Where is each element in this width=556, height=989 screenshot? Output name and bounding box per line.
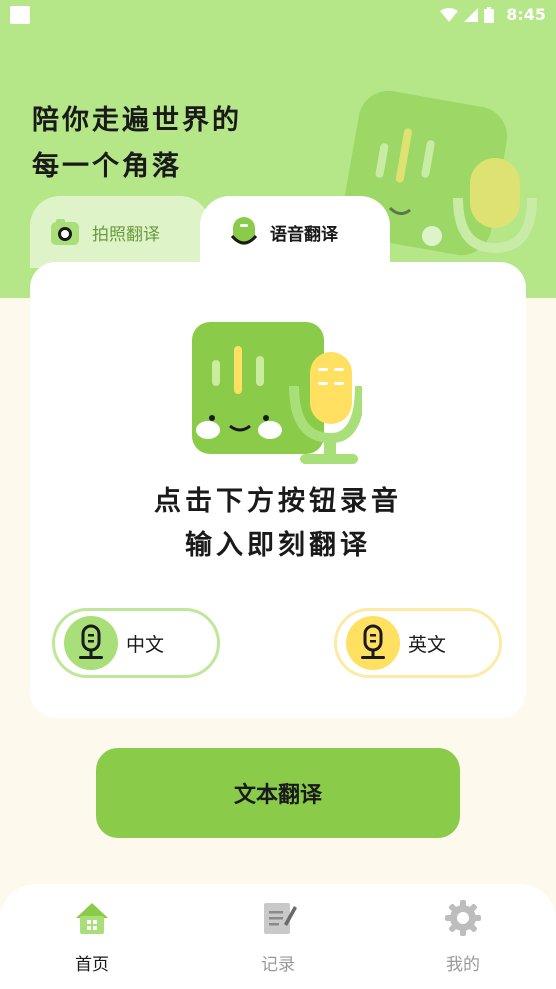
- slogan-line-2: 每一个角落: [32, 151, 182, 182]
- home-icon: [72, 898, 112, 938]
- chinese-label: 中文: [126, 633, 165, 656]
- microphone-icon: [346, 616, 400, 670]
- voice-mic-illustration: [192, 322, 362, 464]
- nav-item-records[interactable]: 记录: [228, 898, 328, 975]
- tab-voice-label: 语音翻译: [270, 224, 338, 245]
- nav-mine-label: 我的: [446, 955, 480, 975]
- slogan-line-1: 陪你走遍世界的: [32, 105, 242, 136]
- tab-photo-translate[interactable]: 拍照翻译: [30, 196, 210, 268]
- nav-item-home[interactable]: 首页: [42, 898, 142, 975]
- nav-records-label: 记录: [261, 955, 295, 975]
- translate-mode-tabs: 拍照翻译 语音翻译: [30, 196, 526, 268]
- tab-voice-translate[interactable]: 语音翻译: [200, 196, 390, 268]
- record-prompt: 点击下方按钮录音 输入即刻翻译: [30, 480, 526, 568]
- nav-item-mine[interactable]: 我的: [413, 898, 513, 975]
- signal-icon: [464, 8, 478, 22]
- wifi-icon: [440, 8, 458, 22]
- tab-photo-label: 拍照翻译: [92, 224, 160, 245]
- record-english-button[interactable]: 英文: [334, 608, 502, 678]
- notepad-icon: [258, 898, 298, 938]
- status-icons: [440, 7, 494, 23]
- notification-icon: [10, 6, 30, 24]
- slogan: 陪你走遍世界的 每一个角落: [32, 98, 242, 190]
- text-translate-button[interactable]: 文本翻译: [96, 748, 460, 838]
- camera-icon: [51, 219, 79, 245]
- record-chinese-button[interactable]: 中文: [52, 608, 220, 678]
- gear-icon: [443, 898, 483, 938]
- battery-icon: [484, 7, 494, 23]
- status-time: 8:45: [506, 5, 546, 24]
- status-bar: 8:45: [0, 0, 556, 30]
- record-prompt-line-1: 点击下方按钮录音: [154, 486, 402, 517]
- english-label: 英文: [408, 633, 447, 656]
- microphone-icon: [64, 616, 118, 670]
- bottom-nav: 首页 记录 我的: [0, 884, 556, 989]
- nav-home-label: 首页: [75, 955, 109, 975]
- voice-translate-card: 点击下方按钮录音 输入即刻翻译 中文 英文: [30, 262, 526, 718]
- record-prompt-line-2: 输入即刻翻译: [185, 530, 371, 561]
- voice-face-icon: [230, 217, 258, 245]
